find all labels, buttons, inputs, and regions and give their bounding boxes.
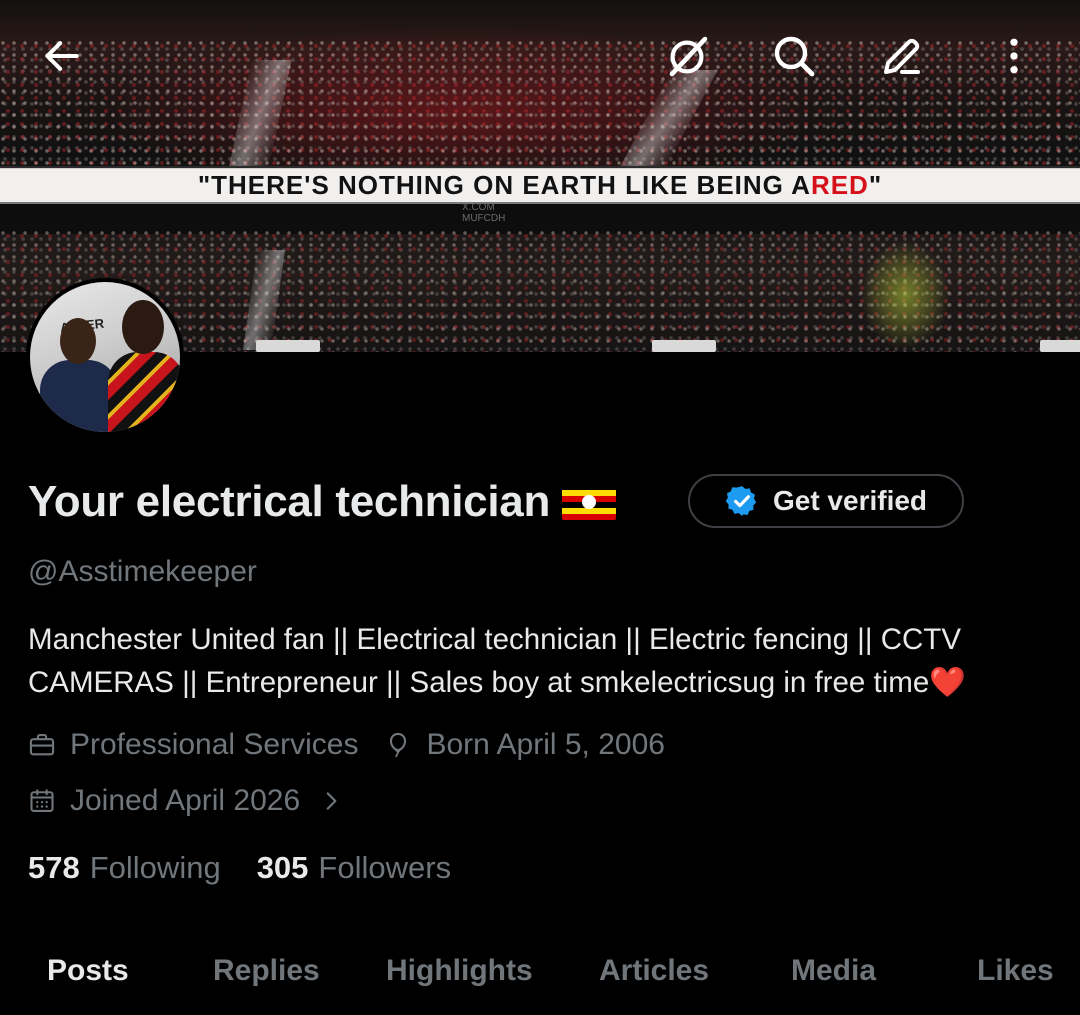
follow-stats: 578 Following 305 Followers (28, 850, 487, 886)
banner-sign-text: "THERE'S NOTHING ON EARTH LIKE BEING A (197, 170, 811, 200)
banner-sign-red-text: RED (810, 170, 869, 200)
tab-replies[interactable]: Replies (213, 954, 320, 988)
more-options-button[interactable] (990, 32, 1038, 80)
tab-highlights[interactable]: Highlights (386, 954, 533, 988)
back-button[interactable] (38, 32, 86, 80)
pencil-icon (884, 38, 920, 74)
profile-joined-label: Joined April 2026 (70, 784, 301, 817)
avatar-person-right-head (122, 300, 164, 354)
profile-birthday-label: Born April 5, 2006 (426, 728, 665, 761)
banner-steward-glow (860, 240, 950, 350)
following-label: Following (89, 850, 221, 885)
handle: @Asstimekeeper (28, 555, 257, 588)
top-action-bar (0, 0, 1080, 112)
avatar-person-right (108, 352, 180, 432)
banner-sign-quote: " (868, 170, 883, 200)
get-verified-label: Get verified (772, 485, 928, 516)
banner-seat-plate (652, 340, 716, 352)
followers-label: Followers (318, 850, 452, 885)
grok-icon (669, 36, 708, 77)
display-name-row: Your electrical technician (28, 474, 617, 530)
search-button[interactable] (770, 32, 818, 80)
tab-likes[interactable]: Likes (977, 954, 1054, 988)
avatar-person-left (40, 360, 118, 432)
banner-seat-plate (1040, 340, 1080, 352)
uganda-flag-icon (562, 484, 617, 520)
profile-tabs: Posts Replies Highlights Articles Media … (0, 940, 1080, 1015)
profile-joined-row[interactable]: Joined April 2026 (28, 784, 370, 818)
avatar-person-left-head (60, 318, 96, 364)
display-name: Your electrical technician (28, 477, 551, 526)
following-count: 578 (28, 850, 80, 885)
tab-articles[interactable]: Articles (599, 954, 709, 988)
briefcase-icon (29, 734, 55, 756)
balloon-icon (390, 732, 407, 758)
edit-profile-button[interactable] (878, 32, 926, 80)
more-vertical-icon (1010, 38, 1018, 74)
banner-watermark-line: MUFCDH (462, 213, 506, 224)
followers-link[interactable]: 305 Followers (257, 850, 451, 886)
arrow-left-icon (45, 41, 79, 71)
banner-watermark: X.COM MUFCDH (462, 202, 505, 224)
followers-count: 305 (256, 850, 309, 885)
bio: Manchester United fan || Electrical tech… (28, 623, 966, 699)
profile-birthday: Born April 5, 2006 (384, 728, 665, 762)
chevron-right-icon[interactable] (318, 788, 344, 814)
banner-seat-plate (256, 340, 320, 352)
search-icon (774, 36, 815, 77)
tab-media[interactable]: Media (791, 954, 876, 988)
profile-category: Professional Services (28, 728, 358, 762)
get-verified-button[interactable]: Get verified (688, 474, 964, 528)
profile-category-label: Professional Services (70, 728, 359, 761)
avatar[interactable]: APTER (26, 278, 184, 436)
calendar-icon (30, 789, 54, 812)
verified-badge-icon (725, 486, 757, 516)
following-link[interactable]: 578 Following (28, 850, 221, 886)
grok-button[interactable] (664, 32, 712, 80)
profile-meta-row: Professional Services Born April 5, 2006 (28, 728, 691, 762)
tab-posts[interactable]: Posts (47, 954, 129, 988)
banner-watermark-line: X.COM (462, 202, 495, 213)
profile-joined[interactable]: Joined April 2026 (28, 784, 344, 818)
banner-sign: "THERE'S NOTHING ON EARTH LIKE BEING A R… (0, 168, 1080, 204)
